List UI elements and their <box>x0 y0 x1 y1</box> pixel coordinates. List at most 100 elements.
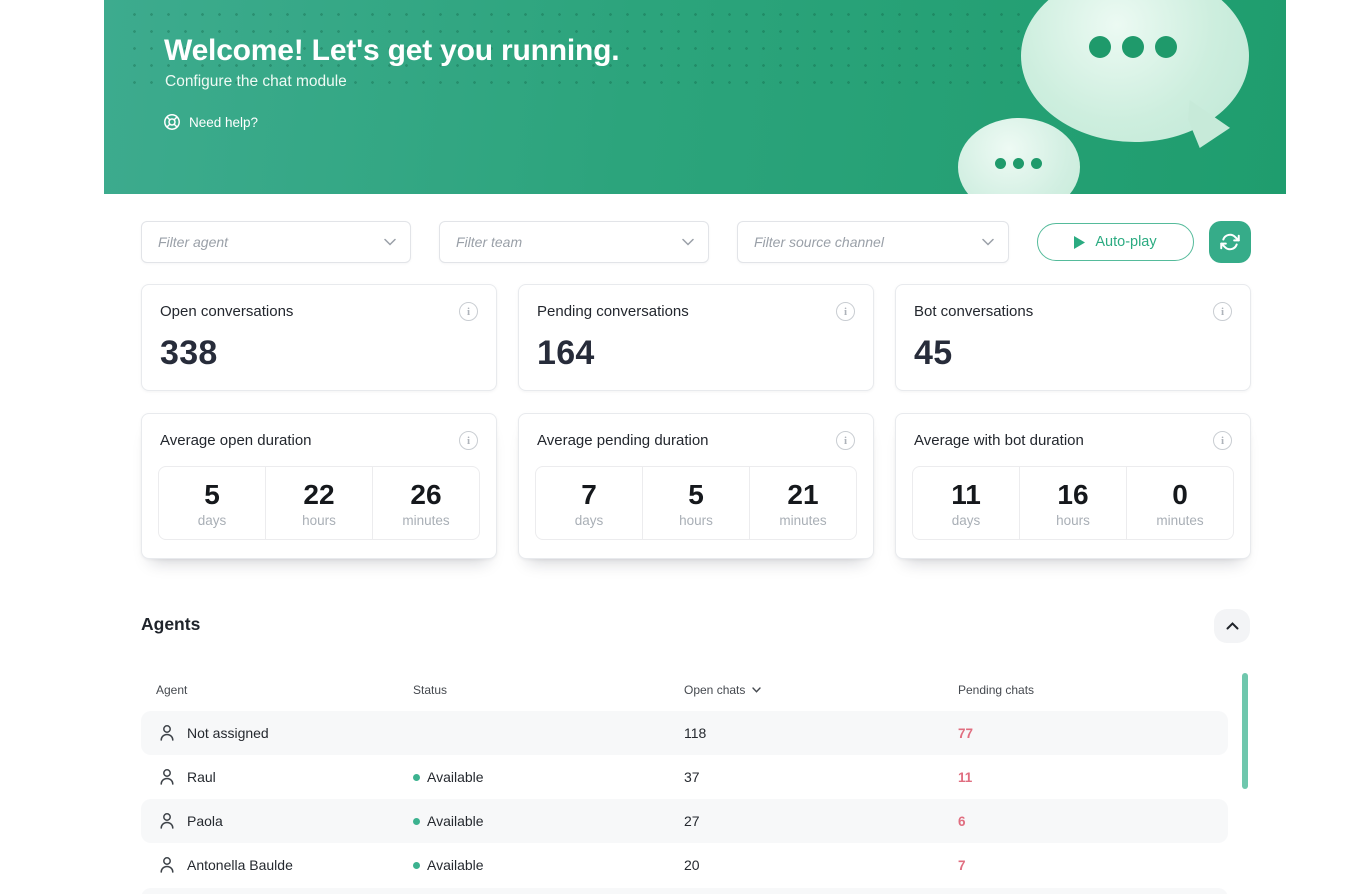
info-icon[interactable]: i <box>1213 302 1232 321</box>
bubble-dot <box>1013 158 1024 169</box>
column-header-agent: Agent <box>156 683 187 697</box>
duration-value: 16 <box>1057 480 1088 511</box>
stat-value: 45 <box>914 334 1232 373</box>
stat-value: 338 <box>160 334 478 373</box>
duration-value: 5 <box>204 480 220 511</box>
duration-days: 7 days <box>536 467 643 539</box>
duration-label: Average with bot duration <box>914 432 1084 449</box>
info-icon[interactable]: i <box>1213 431 1232 450</box>
available-status-dot <box>413 774 420 781</box>
column-header-pending-chats: Pending chats <box>958 683 1034 697</box>
column-header-status: Status <box>413 683 447 697</box>
duration-card-open: Average open duration i 5 days 22 hours … <box>141 413 497 559</box>
duration-unit: hours <box>302 513 336 528</box>
filter-agent-select[interactable]: Filter agent <box>141 221 411 263</box>
agent-name: Paola <box>187 813 223 829</box>
stat-label: Pending conversations <box>537 303 689 320</box>
stat-label: Bot conversations <box>914 303 1033 320</box>
column-header-open-chats-label: Open chats <box>684 683 745 697</box>
duration-unit: minutes <box>402 513 449 528</box>
stat-card-pending-conversations: Pending conversations i 164 <box>518 284 874 391</box>
duration-value: 22 <box>303 480 334 511</box>
duration-unit: hours <box>1056 513 1090 528</box>
person-icon <box>159 812 175 835</box>
duration-days: 11 days <box>913 467 1020 539</box>
duration-unit: days <box>575 513 604 528</box>
duration-card-bot: Average with bot duration i 11 days 16 h… <box>895 413 1251 559</box>
filter-source-channel-select[interactable]: Filter source channel <box>737 221 1009 263</box>
need-help-label: Need help? <box>189 115 258 130</box>
page-subtitle: Configure the chat module <box>165 73 347 91</box>
duration-unit: days <box>198 513 227 528</box>
duration-hours: 5 hours <box>643 467 750 539</box>
agent-status: Available <box>413 769 484 785</box>
stat-card-bot-conversations: Bot conversations i 45 <box>895 284 1251 391</box>
chat-bubble-small <box>958 118 1080 194</box>
need-help-link[interactable]: Need help? <box>163 113 258 131</box>
open-chats-value: 20 <box>684 857 700 873</box>
duration-label: Average pending duration <box>537 432 709 449</box>
info-icon[interactable]: i <box>459 431 478 450</box>
chevron-down-icon <box>384 238 396 246</box>
filter-agent-placeholder: Filter agent <box>158 234 228 250</box>
duration-minutes: 0 minutes <box>1127 467 1233 539</box>
refresh-button[interactable] <box>1209 221 1251 263</box>
info-icon[interactable]: i <box>836 431 855 450</box>
agent-row[interactable]: Paola Available 27 6 <box>141 799 1228 843</box>
agent-status: Available <box>413 857 484 873</box>
duration-minutes: 21 minutes <box>750 467 856 539</box>
duration-value: 21 <box>787 480 818 511</box>
duration-value: 7 <box>581 480 597 511</box>
duration-unit: minutes <box>1156 513 1203 528</box>
duration-value: 0 <box>1172 480 1188 511</box>
chat-dashboard-page: Welcome! Let's get you running. Configur… <box>0 0 1364 894</box>
autoplay-button[interactable]: Auto-play <box>1037 223 1194 261</box>
duration-days: 5 days <box>159 467 266 539</box>
agent-row-partial <box>141 888 1228 894</box>
duration-hours: 22 hours <box>266 467 373 539</box>
agent-row[interactable]: Not assigned 118 77 <box>141 711 1228 755</box>
agent-status: Available <box>413 813 484 829</box>
duration-unit: minutes <box>779 513 826 528</box>
filter-team-placeholder: Filter team <box>456 234 522 250</box>
table-scrollbar-thumb[interactable] <box>1242 673 1248 789</box>
filter-source-placeholder: Filter source channel <box>754 234 884 250</box>
bubble-dot <box>1089 36 1111 58</box>
pending-chats-value: 77 <box>958 726 973 741</box>
person-icon <box>159 724 175 747</box>
agent-status-label: Available <box>427 857 484 873</box>
duration-label: Average open duration <box>160 432 312 449</box>
agent-row[interactable]: Raul Available 37 11 <box>141 755 1228 799</box>
agent-name: Not assigned <box>187 725 269 741</box>
agent-status-label: Available <box>427 769 484 785</box>
autoplay-label: Auto-play <box>1095 234 1156 250</box>
chevron-down-icon <box>682 238 694 246</box>
duration-value: 26 <box>410 480 441 511</box>
pending-chats-value: 7 <box>958 858 966 873</box>
column-header-open-chats[interactable]: Open chats <box>684 683 761 697</box>
duration-value: 5 <box>688 480 704 511</box>
bubble-dot <box>1155 36 1177 58</box>
duration-hours: 16 hours <box>1020 467 1127 539</box>
page-title: Welcome! Let's get you running. <box>164 34 619 68</box>
collapse-agents-button[interactable] <box>1214 609 1250 643</box>
agent-name: Raul <box>187 769 216 785</box>
bubble-dot <box>995 158 1006 169</box>
bubble-dot <box>1122 36 1144 58</box>
agents-section-title: Agents <box>141 614 200 635</box>
person-icon <box>159 768 175 791</box>
filter-team-select[interactable]: Filter team <box>439 221 709 263</box>
duration-unit: days <box>952 513 981 528</box>
refresh-icon <box>1220 232 1240 252</box>
bubble-dot <box>1031 158 1042 169</box>
stat-card-open-conversations: Open conversations i 338 <box>141 284 497 391</box>
stat-value: 164 <box>537 334 855 373</box>
available-status-dot <box>413 862 420 869</box>
agent-status-label: Available <box>427 813 484 829</box>
person-icon <box>159 856 175 879</box>
duration-card-pending: Average pending duration i 7 days 5 hour… <box>518 413 874 559</box>
info-icon[interactable]: i <box>459 302 478 321</box>
info-icon[interactable]: i <box>836 302 855 321</box>
lifebuoy-icon <box>163 113 181 131</box>
agent-row[interactable]: Antonella Baulde Available 20 7 <box>141 843 1228 887</box>
